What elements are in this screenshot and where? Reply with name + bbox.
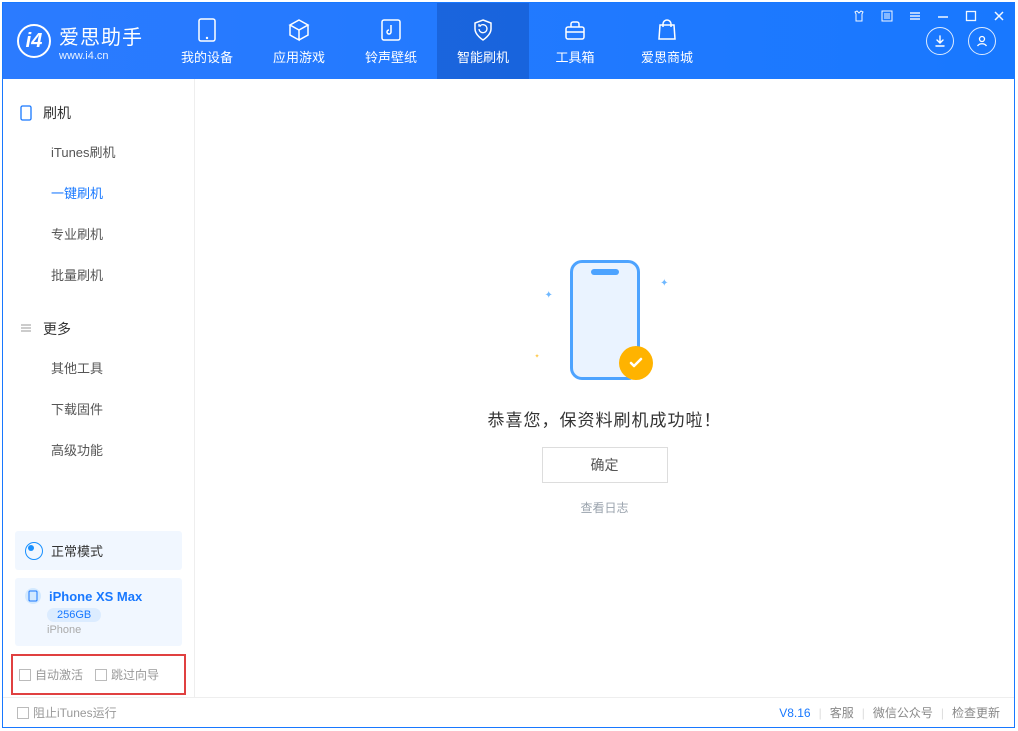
- tab-label: 应用游戏: [273, 47, 325, 66]
- sidebar: 刷机 iTunes刷机 一键刷机 专业刷机 批量刷机 更多 其他工具 下载固件 …: [3, 79, 195, 697]
- checkbox-block-itunes[interactable]: 阻止iTunes运行: [17, 704, 117, 721]
- close-button[interactable]: [990, 7, 1008, 25]
- nav-tabs: 我的设备 应用游戏 铃声壁纸 智能刷机 工具箱 爱思商城: [161, 3, 713, 79]
- tab-label: 我的设备: [181, 47, 233, 66]
- bag-icon: [654, 17, 680, 43]
- checkbox-skip-wizard[interactable]: 跳过向导: [95, 666, 159, 683]
- tab-toolbox[interactable]: 工具箱: [529, 3, 621, 79]
- checkbox-label: 阻止iTunes运行: [33, 704, 117, 721]
- device-name: iPhone XS Max: [49, 589, 142, 604]
- main-content: ✦ ✦ ✦ 恭喜您，保资料刷机成功啦！ 确定 查看日志: [195, 79, 1014, 697]
- maximize-button[interactable]: [962, 7, 980, 25]
- brand-text: 爱思助手 www.i4.cn: [59, 21, 143, 62]
- phone-small-icon: [19, 105, 35, 121]
- view-log-link[interactable]: 查看日志: [580, 499, 628, 516]
- shirt-icon[interactable]: [850, 7, 868, 25]
- tab-my-device[interactable]: 我的设备: [161, 3, 253, 79]
- cube-icon: [286, 17, 312, 43]
- checkbox-icon: [17, 707, 29, 719]
- sparkle-icon: ✦: [535, 353, 540, 360]
- sparkle-icon: ✦: [660, 278, 668, 289]
- tab-apps-games[interactable]: 应用游戏: [253, 3, 345, 79]
- mode-icon: [25, 542, 43, 560]
- sidebar-header-flash: 刷机: [3, 95, 194, 131]
- success-message: 恭喜您，保资料刷机成功啦！: [488, 406, 722, 431]
- brand-block: i4 爱思助手 www.i4.cn: [3, 3, 161, 79]
- menu-icon[interactable]: [906, 7, 924, 25]
- sidebar-item-batch-flash[interactable]: 批量刷机: [3, 254, 194, 295]
- sidebar-item-itunes-flash[interactable]: iTunes刷机: [3, 131, 194, 172]
- minimize-button[interactable]: [934, 7, 952, 25]
- titlebar: i4 爱思助手 www.i4.cn 我的设备 应用游戏 铃声壁纸 智能刷机: [3, 3, 1014, 79]
- success-illustration: ✦ ✦ ✦: [535, 260, 675, 390]
- sidebar-item-pro-flash[interactable]: 专业刷机: [3, 213, 194, 254]
- brand-name-cn: 爱思助手: [59, 21, 143, 50]
- mode-label: 正常模式: [51, 541, 103, 560]
- checkbox-icon: [95, 669, 107, 681]
- link-wechat[interactable]: 微信公众号: [873, 704, 933, 721]
- mode-card[interactable]: 正常模式: [15, 531, 182, 570]
- checkbox-label: 自动激活: [35, 666, 83, 683]
- checkbox-auto-activate[interactable]: 自动激活: [19, 666, 83, 683]
- tab-label: 智能刷机: [457, 47, 509, 66]
- tab-label: 铃声壁纸: [365, 47, 417, 66]
- app-window: i4 爱思助手 www.i4.cn 我的设备 应用游戏 铃声壁纸 智能刷机: [2, 2, 1015, 728]
- device-capacity: 256GB: [47, 608, 101, 622]
- logo-icon: i4: [17, 24, 51, 58]
- device-card[interactable]: iPhone XS Max 256GB iPhone: [15, 578, 182, 646]
- refresh-shield-icon: [470, 17, 496, 43]
- success-check-badge-icon: [619, 346, 653, 380]
- link-support[interactable]: 客服: [830, 704, 854, 721]
- list-icon[interactable]: [878, 7, 896, 25]
- sidebar-section-title: 刷机: [43, 103, 71, 123]
- account-button[interactable]: [968, 27, 996, 55]
- sidebar-item-download-firmware[interactable]: 下载固件: [3, 388, 194, 429]
- version-label: V8.16: [779, 706, 810, 720]
- sidebar-header-more: 更多: [3, 311, 194, 347]
- checkbox-icon: [19, 669, 31, 681]
- sidebar-section-flash: 刷机 iTunes刷机 一键刷机 专业刷机 批量刷机: [3, 79, 194, 295]
- sidebar-item-other-tools[interactable]: 其他工具: [3, 347, 194, 388]
- more-lines-icon: [19, 321, 35, 337]
- tab-label: 工具箱: [555, 47, 594, 66]
- window-controls: [850, 7, 1008, 25]
- statusbar: 阻止iTunes运行 V8.16 | 客服 | 微信公众号 | 检查更新: [3, 697, 1014, 727]
- sidebar-item-onekey-flash[interactable]: 一键刷机: [3, 172, 194, 213]
- body-area: 刷机 iTunes刷机 一键刷机 专业刷机 批量刷机 更多 其他工具 下载固件 …: [3, 79, 1014, 697]
- device-type: iPhone: [47, 624, 172, 636]
- download-button[interactable]: [926, 27, 954, 55]
- checkbox-label: 跳过向导: [111, 666, 159, 683]
- sidebar-section-title: 更多: [43, 319, 71, 339]
- device-icon: [25, 588, 41, 604]
- music-file-icon: [378, 17, 404, 43]
- sidebar-bottom: 正常模式 iPhone XS Max 256GB iPhone 自动激活 跳过向…: [3, 531, 194, 697]
- sidebar-item-advanced[interactable]: 高级功能: [3, 429, 194, 470]
- phone-icon: [194, 17, 220, 43]
- tab-smart-flash[interactable]: 智能刷机: [437, 3, 529, 79]
- tab-ringtones-wallpapers[interactable]: 铃声壁纸: [345, 3, 437, 79]
- tab-store[interactable]: 爱思商城: [621, 3, 713, 79]
- tab-label: 爱思商城: [641, 47, 693, 66]
- checks-highlight-box: 自动激活 跳过向导: [11, 654, 186, 695]
- ok-button[interactable]: 确定: [542, 447, 668, 483]
- link-check-update[interactable]: 检查更新: [952, 704, 1000, 721]
- sidebar-section-more: 更多 其他工具 下载固件 高级功能: [3, 295, 194, 470]
- brand-url: www.i4.cn: [59, 50, 143, 62]
- sparkle-icon: ✦: [545, 290, 553, 301]
- toolbox-icon: [562, 17, 588, 43]
